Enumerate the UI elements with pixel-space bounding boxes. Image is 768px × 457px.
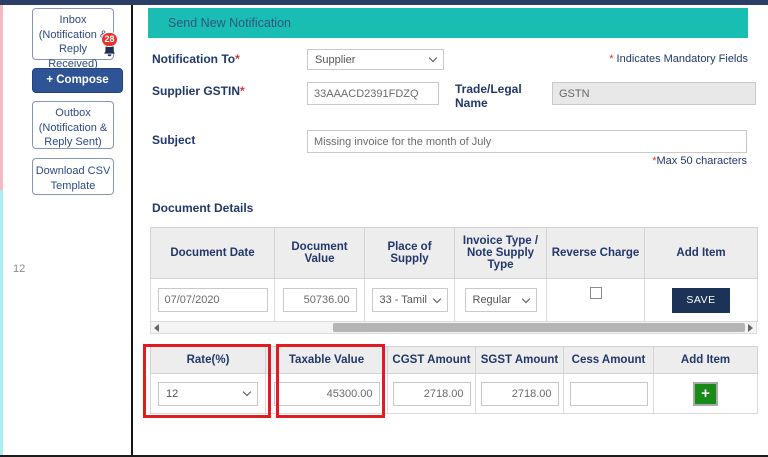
table-header-row: Document Date Document Value Place of Su… — [150, 227, 758, 279]
cess-amount-input[interactable] — [569, 381, 648, 406]
document-date-input[interactable] — [157, 288, 268, 312]
mandatory-fields-note: * Indicates Mandatory Fields — [609, 53, 748, 65]
supplier-gstin-label: Supplier GSTIN* — [152, 84, 245, 98]
scroll-left-arrow-icon[interactable] — [154, 324, 159, 332]
notification-to-value: Supplier — [315, 53, 356, 66]
outbox-label-line3: Reply Sent) — [44, 136, 102, 148]
table-row: 12 + — [150, 373, 758, 414]
outbox-label-line1: Outbox — [55, 107, 91, 119]
place-of-supply-select[interactable]: 33 - Tamil — [371, 288, 448, 312]
notification-count-badge: 28 — [101, 32, 118, 47]
column-header-rate: Rate(%) — [150, 346, 266, 374]
panel-title: Send New Notification — [148, 8, 748, 38]
chevron-down-icon — [242, 387, 252, 397]
rate-select[interactable]: 12 — [158, 381, 258, 406]
column-header-taxable-value: Taxable Value — [265, 346, 388, 374]
scroll-right-arrow-icon[interactable] — [748, 324, 753, 332]
add-item-button[interactable]: + — [693, 381, 718, 406]
sidebar-divider — [131, 5, 133, 455]
place-of-supply-value: 33 - Tamil — [379, 294, 427, 306]
chevron-down-icon — [521, 294, 530, 303]
download-label-line2: Template — [50, 179, 96, 192]
sgst-amount-input[interactable] — [480, 381, 559, 406]
document-details-title: Document Details — [152, 201, 254, 215]
required-asterisk: * — [240, 84, 245, 98]
app-window: Inbox (Notification & Reply Received) 28… — [0, 0, 768, 457]
cgst-amount-input[interactable] — [392, 381, 471, 406]
download-csv-template-button[interactable]: Download CSV Template — [32, 158, 114, 195]
inbox-label-line1: Inbox — [59, 14, 87, 26]
compose-button[interactable]: + Compose — [32, 68, 123, 93]
column-header-add-item: Add Item — [644, 227, 758, 279]
rate-value: 12 — [166, 387, 179, 400]
trade-legal-name-input — [552, 82, 756, 105]
column-header-add-item: Add Item — [653, 346, 758, 374]
required-asterisk: * — [235, 52, 240, 66]
invoice-type-select[interactable]: Regular — [464, 288, 537, 312]
chevron-down-icon — [428, 53, 438, 63]
left-edge-strip-bottom — [0, 190, 3, 457]
document-details-table: Document Date Document Value Place of Su… — [150, 227, 758, 322]
inbox-label-line3: Reply Received) — [48, 43, 98, 70]
document-value-input[interactable] — [282, 288, 357, 312]
outbox-button[interactable]: Outbox (Notification & Reply Sent) — [32, 101, 114, 149]
column-header-cess-amount: Cess Amount — [563, 346, 654, 374]
column-header-document-date: Document Date — [150, 227, 275, 279]
top-window-bar — [0, 0, 768, 5]
column-header-cgst-amount: CGST Amount — [387, 346, 476, 374]
left-edge-strip-top — [0, 5, 3, 190]
save-button[interactable]: SAVE — [672, 287, 730, 313]
subject-input[interactable] — [307, 130, 747, 153]
subject-label: Subject — [152, 133, 196, 147]
column-header-place-of-supply: Place of Supply — [364, 227, 455, 279]
notification-to-select[interactable]: Supplier — [307, 49, 444, 70]
notification-to-label: Notification To* — [152, 52, 240, 66]
reverse-charge-checkbox[interactable] — [589, 287, 602, 299]
table-header-row: Rate(%) Taxable Value CGST Amount SGST A… — [150, 346, 758, 374]
chevron-down-icon — [432, 294, 441, 303]
left-margin-page-indicator: 12 — [13, 263, 26, 275]
supplier-gstin-input[interactable] — [307, 82, 439, 105]
column-header-document-value: Document Value — [274, 227, 365, 279]
download-label-line1: Download CSV — [35, 165, 111, 177]
column-header-reverse-charge: Reverse Charge — [546, 227, 645, 279]
scrollbar-thumb[interactable] — [333, 323, 745, 332]
taxable-value-input[interactable] — [273, 381, 380, 406]
max-characters-hint: *Max 50 characters — [652, 155, 747, 167]
table-row: 33 - Tamil Regular SAVE — [150, 278, 758, 322]
trade-legal-name-label: Trade/Legal Name — [455, 82, 522, 110]
column-header-sgst-amount: SGST Amount — [475, 346, 564, 374]
invoice-type-value: Regular — [472, 294, 512, 306]
rate-details-table: Rate(%) Taxable Value CGST Amount SGST A… — [150, 346, 758, 414]
horizontal-scrollbar[interactable] — [150, 321, 757, 334]
outbox-label-line2: (Notification & — [38, 121, 108, 134]
column-header-invoice-type: Invoice Type / Note Supply Type — [454, 227, 547, 279]
